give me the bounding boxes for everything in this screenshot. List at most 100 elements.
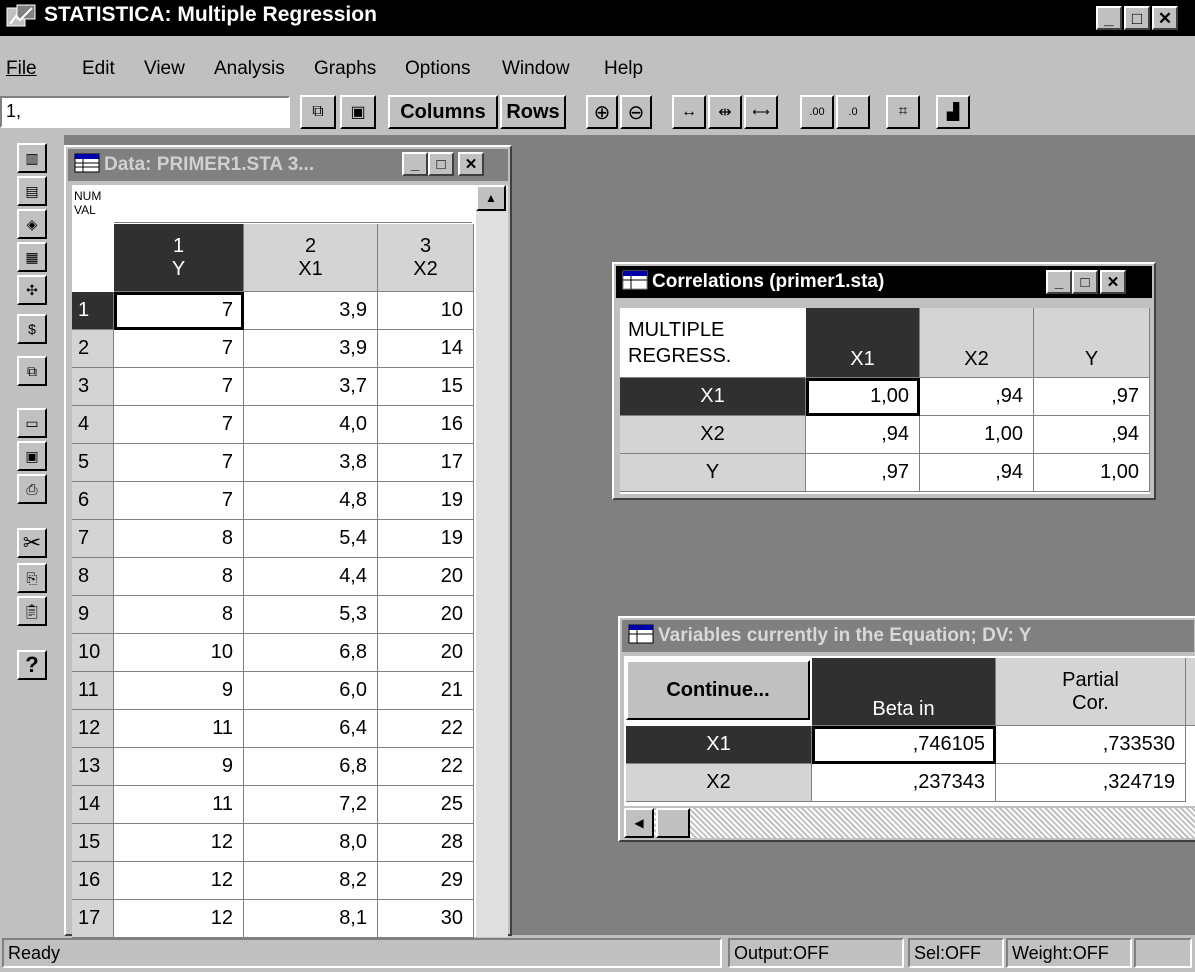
cell-x1[interactable]: 6,8 [244,748,378,786]
cell-y[interactable]: 12 [114,862,244,900]
row-header[interactable]: 10 [72,634,114,672]
widen-column-button[interactable]: ↔ [672,95,706,129]
horizontal-scrollbar[interactable]: ◀ [624,808,1195,838]
cell-x2[interactable]: 20 [378,596,474,634]
row-header[interactable]: 13 [72,748,114,786]
corr-cell[interactable]: ,94 [920,454,1034,492]
vars-cell[interactable]: ,746105 [812,726,996,764]
column-width-button[interactable]: ⟷ [744,95,778,129]
cell-y[interactable]: 8 [114,596,244,634]
continue-button[interactable]: Continue... [626,660,810,720]
cell-y[interactable]: 7 [114,444,244,482]
cell-x1[interactable]: 3,7 [244,368,378,406]
column-header-x2[interactable]: 3 X2 [378,224,474,292]
remove-decimals-button[interactable]: .0 [836,95,870,129]
left-tool-2[interactable]: ▤ [17,176,47,206]
corr-cell[interactable]: 1,00 [806,378,920,416]
row-header[interactable]: 2 [72,330,114,368]
menu-file[interactable]: File [6,58,37,80]
row-header[interactable]: 16 [72,862,114,900]
left-tool-3[interactable]: ◈ [17,209,47,239]
row-header[interactable]: 14 [72,786,114,824]
corr-column-header-x2[interactable]: X2 [920,308,1034,378]
left-tool-4[interactable]: ▦ [17,242,47,272]
data-minimize-button[interactable]: _ [402,152,428,176]
cell-y[interactable]: 12 [114,824,244,862]
cell-x1[interactable]: 6,0 [244,672,378,710]
vars-cell[interactable]: ,237343 [812,764,996,802]
corr-column-header-x1[interactable]: X1 [806,308,920,378]
row-header[interactable]: 1 [72,292,114,330]
cell-x2[interactable]: 28 [378,824,474,862]
cell-x1[interactable]: 3,9 [244,292,378,330]
corr-column-header-y[interactable]: Y [1034,308,1150,378]
cell-x2[interactable]: 16 [378,406,474,444]
corr-row-header[interactable]: X1 [620,378,806,416]
cell-edit-strip[interactable] [114,187,472,223]
cell-x2[interactable]: 19 [378,482,474,520]
menu-view[interactable]: View [144,58,185,80]
graph-button[interactable]: ⌗ [886,95,920,129]
cell-y[interactable]: 12 [114,900,244,938]
corr-row-header[interactable]: Y [620,454,806,492]
scroll-up-button[interactable]: ▲ [476,185,506,211]
cell-x1[interactable]: 8,0 [244,824,378,862]
row-header[interactable]: 9 [72,596,114,634]
toolbar-copy-button[interactable]: ⧉ [300,95,336,129]
scroll-left-button[interactable]: ◀ [624,808,654,838]
menu-edit[interactable]: Edit [82,58,115,80]
cell-reference-field[interactable]: 1, [0,96,290,128]
toolbar-workbook-button[interactable]: ▣ [340,95,376,129]
open-button[interactable]: ▭ [17,408,47,438]
cell-y[interactable]: 7 [114,330,244,368]
corr-maximize-button[interactable]: □ [1072,270,1098,294]
left-tool-5[interactable]: ✣ [17,275,47,305]
cell-x1[interactable]: 4,4 [244,558,378,596]
variables-window[interactable]: Variables currently in the Equation; DV:… [618,616,1195,842]
cell-x2[interactable]: 29 [378,862,474,900]
cell-x2[interactable]: 19 [378,520,474,558]
cut-button[interactable]: ✂ [17,528,47,558]
app-icon[interactable] [6,4,36,30]
corr-cell[interactable]: ,94 [1034,416,1150,454]
cell-y[interactable]: 9 [114,672,244,710]
row-header[interactable]: 15 [72,824,114,862]
vars-row-header[interactable]: X1 [626,726,812,764]
menu-window[interactable]: Window [502,58,570,80]
columns-button[interactable]: Columns [388,95,498,129]
cell-x2[interactable]: 14 [378,330,474,368]
corr-cell[interactable]: ,94 [806,416,920,454]
cell-x2[interactable]: 21 [378,672,474,710]
corr-close-button[interactable]: ✕ [1100,270,1126,294]
cell-y[interactable]: 8 [114,558,244,596]
cell-x2[interactable]: 25 [378,786,474,824]
vars-row-header[interactable]: X2 [626,764,812,802]
cell-x1[interactable]: 4,8 [244,482,378,520]
cell-y[interactable]: 7 [114,368,244,406]
column-header-y[interactable]: 1Y [114,224,244,292]
left-tool-7[interactable]: ⧉ [17,356,47,386]
correlations-window[interactable]: Correlations (primer1.sta) _ □ ✕ MULTIPL… [612,262,1156,500]
menu-help[interactable]: Help [604,58,643,80]
corr-cell[interactable]: ,94 [920,378,1034,416]
print-button[interactable]: ⎙ [17,474,47,504]
cell-y[interactable]: 7 [114,482,244,520]
cell-y[interactable]: 7 [114,406,244,444]
vars-cell[interactable]: ,324719 [996,764,1186,802]
left-tool-6[interactable]: $ [17,314,47,344]
zoom-in-button[interactable]: ⊕ [586,95,618,129]
corr-minimize-button[interactable]: _ [1046,270,1072,294]
cell-x1[interactable]: 8,1 [244,900,378,938]
cell-x1[interactable]: 8,2 [244,862,378,900]
menu-graphs[interactable]: Graphs [314,58,376,80]
close-button[interactable]: ✕ [1152,6,1178,30]
add-decimals-button[interactable]: .00 [800,95,834,129]
data-close-button[interactable]: ✕ [458,152,484,176]
data-maximize-button[interactable]: □ [428,152,454,176]
vars-column-header-more[interactable] [1186,658,1195,726]
variables-title-bar[interactable]: Variables currently in the Equation; DV:… [622,620,1194,652]
cell-y[interactable]: 10 [114,634,244,672]
narrow-column-button[interactable]: ⇹ [708,95,742,129]
help-button[interactable]: ? [17,650,47,680]
cell-x2[interactable]: 17 [378,444,474,482]
